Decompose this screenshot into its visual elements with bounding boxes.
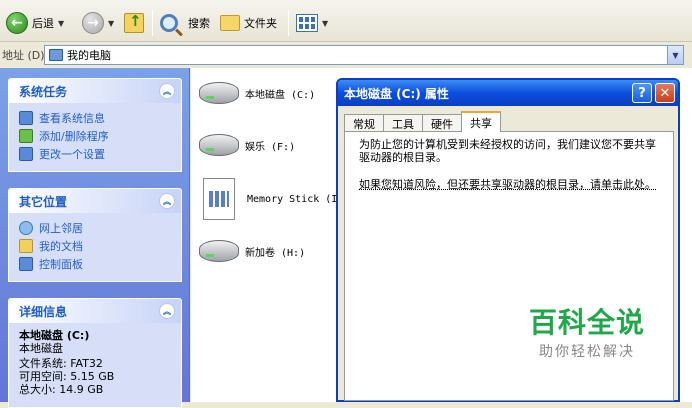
address-input[interactable]: 我的电脑 ▼ [44, 45, 684, 65]
place-control-panel[interactable]: 控制面板 [19, 255, 171, 273]
folders-button[interactable]: 文件夹 [220, 11, 277, 35]
task-change-setting[interactable]: 更改一个设置 [19, 145, 171, 163]
drive-f[interactable]: 娱乐 (F:) [199, 134, 295, 156]
dialog-title-bar[interactable]: 本地磁盘 (C:) 属性 ? ✕ [338, 80, 678, 106]
hard-drive-icon [199, 82, 239, 104]
place-label: 控制面板 [39, 258, 83, 271]
drive-label: 娱乐 (F:) [245, 141, 296, 153]
collapse-icon[interactable]: ︽ [159, 193, 175, 209]
system-tasks-header[interactable]: 系统任务 ︽ [9, 79, 181, 103]
watermark-logo: 百科全说 助你轻松解决 [508, 294, 666, 374]
search-label: 搜索 [188, 17, 210, 30]
system-info-icon [19, 111, 33, 125]
task-label: 更改一个设置 [39, 148, 105, 161]
other-places-header[interactable]: 其它位置 ︽ [9, 189, 181, 213]
folder-icon [220, 15, 240, 31]
drive-h[interactable]: 新加卷 (H:) [199, 240, 305, 262]
place-my-documents[interactable]: 我的文档 [19, 237, 171, 255]
up-folder-icon [124, 12, 144, 33]
network-icon [19, 221, 33, 235]
toolbar-divider [288, 10, 289, 36]
chevron-down-icon[interactable]: ▼ [58, 19, 64, 28]
address-label: 地址 (D) [2, 49, 45, 62]
details-name: 本地磁盘 (C:) [19, 329, 90, 342]
drive-memory-stick[interactable]: Memory Stick (I [203, 178, 337, 220]
search-icon [160, 14, 178, 32]
collapse-icon[interactable]: ︽ [159, 83, 175, 99]
memory-stick-icon [203, 178, 235, 220]
up-folder-button[interactable] [124, 11, 144, 35]
details-title: 详细信息 [19, 304, 68, 319]
drive-label: 本地磁盘 (C:) [245, 89, 316, 101]
views-grid-icon [296, 14, 318, 32]
control-panel-icon [19, 257, 33, 271]
details-box: 详细信息 ︽ 本地磁盘 (C:) 本地磁盘 文件系统: FAT32 可用空间: … [8, 298, 182, 408]
place-label: 我的文档 [39, 240, 83, 253]
address-bar: 地址 (D) 我的电脑 ▼ [0, 44, 692, 66]
details-header[interactable]: 详细信息 ︽ [9, 299, 181, 323]
details-type: 本地磁盘 [19, 342, 63, 355]
back-button[interactable]: ← 后退 ▼ [6, 11, 64, 35]
folders-label: 文件夹 [244, 17, 277, 30]
task-view-system-info[interactable]: 查看系统信息 [19, 109, 171, 127]
tab-hardware[interactable]: 硬件 [422, 114, 462, 132]
hard-drive-icon [199, 134, 239, 156]
dialog-tabs: 常规 工具 硬件 共享 [344, 111, 501, 132]
chevron-down-icon[interactable]: ▼ [322, 19, 328, 28]
address-value: 我的电脑 [67, 49, 111, 62]
task-pane: 系统任务 ︽ 查看系统信息 添加/删除程序 更改一个设置 其它位置 ︽ 网上邻居… [0, 68, 190, 408]
share-root-link[interactable]: 如果您知道风险，但还要共享驱动器的根目录，请单击此处。 [359, 178, 659, 191]
close-button[interactable]: ✕ [655, 83, 675, 103]
chevron-down-icon[interactable]: ▼ [108, 19, 114, 28]
task-label: 添加/删除程序 [39, 130, 109, 143]
sharing-warning-text: 为防止您的计算机受到未经授权的访问，我们建议您不要共享驱动器的根目录。 [359, 138, 656, 164]
documents-folder-icon [19, 239, 33, 253]
task-add-remove-programs[interactable]: 添加/删除程序 [19, 127, 171, 145]
back-arrow-icon: ← [6, 12, 28, 34]
computer-icon [49, 49, 63, 61]
views-button[interactable]: ▼ [296, 11, 328, 35]
task-label: 查看系统信息 [39, 112, 105, 125]
place-label: 网上邻居 [39, 222, 83, 235]
tab-general[interactable]: 常规 [344, 114, 384, 132]
add-remove-icon [19, 129, 33, 143]
drive-label: Memory Stick (I [247, 193, 338, 205]
collapse-icon[interactable]: ︽ [159, 303, 175, 319]
drive-c[interactable]: 本地磁盘 (C:) [199, 82, 315, 104]
address-dropdown-button[interactable]: ▼ [667, 46, 683, 64]
search-button[interactable]: 搜索 [160, 11, 210, 35]
hard-drive-icon [199, 240, 239, 262]
watermark-subtitle: 助你轻松解决 [539, 344, 635, 360]
tab-tools[interactable]: 工具 [383, 114, 423, 132]
system-tasks-box: 系统任务 ︽ 查看系统信息 添加/删除程序 更改一个设置 [8, 78, 182, 172]
dialog-title: 本地磁盘 (C:) 属性 [344, 86, 449, 101]
watermark-title: 百科全说 [528, 306, 645, 339]
details-filesystem: 文件系统: FAT32 [19, 357, 103, 370]
forward-button[interactable]: → ▼ [82, 11, 114, 35]
other-places-title: 其它位置 [19, 194, 68, 209]
details-free-space: 可用空间: 5.15 GB [19, 370, 115, 383]
system-tasks-title: 系统任务 [19, 84, 68, 99]
other-places-box: 其它位置 ︽ 网上邻居 我的文档 控制面板 [8, 188, 182, 282]
toolbar: ← 后退 ▼ → ▼ 搜索 文件夹 ▼ [0, 0, 692, 42]
help-button[interactable]: ? [632, 83, 652, 103]
control-panel-icon [19, 147, 33, 161]
tab-sharing[interactable]: 共享 [461, 111, 501, 132]
back-label: 后退 [32, 17, 54, 30]
drive-label: 新加卷 (H:) [245, 247, 306, 259]
toolbar-divider [152, 10, 153, 36]
details-total-size: 总大小: 14.9 GB [19, 383, 104, 396]
forward-arrow-icon: → [82, 12, 104, 34]
place-network[interactable]: 网上邻居 [19, 219, 171, 237]
